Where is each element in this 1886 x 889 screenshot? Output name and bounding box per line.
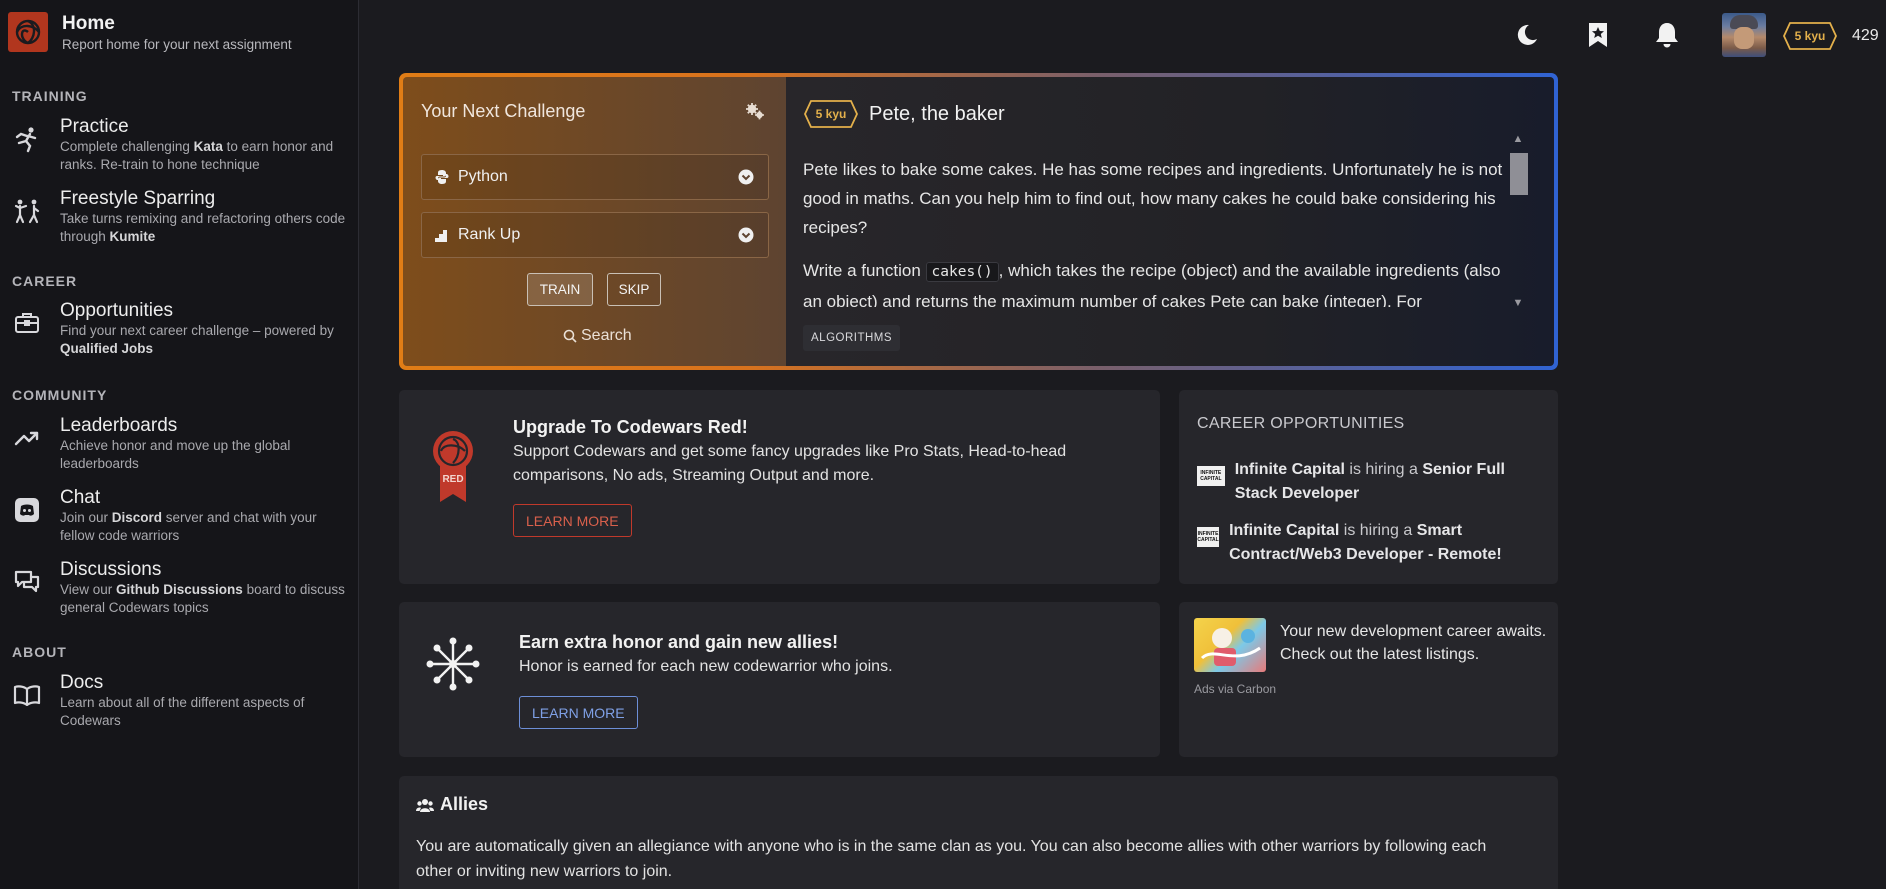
sidebar-home[interactable]: Home Report home for your next assignmen… <box>8 12 292 54</box>
home-subtitle: Report home for your next assignment <box>62 37 292 52</box>
language-select[interactable]: Python <box>421 154 769 200</box>
career-heading: CAREER OPPORTUNITIES <box>1197 415 1405 432</box>
kata-paragraph: Pete likes to bake some cakes. He has so… <box>803 160 1503 237</box>
user-avatar[interactable] <box>1722 13 1766 57</box>
company-logo: INFINITE CAPITAL <box>1197 466 1225 486</box>
ad-image[interactable] <box>1194 618 1266 672</box>
sidebar-item-title: Freestyle Sparring <box>60 188 216 209</box>
python-icon <box>435 170 449 184</box>
search-link[interactable]: Search <box>563 327 632 345</box>
upgrade-text: Support Codewars and get some fancy upgr… <box>513 443 1067 484</box>
career-opportunities-card: CAREER OPPORTUNITIES INFINITE CAPITAL In… <box>1179 390 1558 584</box>
challenge-heading: Your Next Challenge <box>421 101 586 121</box>
strategy-select[interactable]: Rank Up <box>421 212 769 258</box>
users-group-icon <box>416 798 434 812</box>
sidebar-item-opportunities[interactable]: Opportunities Find your next career chal… <box>12 300 350 358</box>
kata-title[interactable]: Pete, the baker <box>869 103 1005 126</box>
sidebar-item-title: Opportunities <box>60 300 174 321</box>
upgrade-title: Upgrade To Codewars Red! <box>513 417 748 437</box>
red-badge-label: RED <box>442 474 464 485</box>
sidebar-item-desc: Learn about all of the different aspects… <box>60 695 305 728</box>
chevron-down-icon <box>738 227 754 243</box>
kumite-icon <box>12 196 42 226</box>
upgrade-learn-more-button[interactable]: LEARN MORE <box>513 504 632 537</box>
challenge-controls: Your Next Challenge Python Rank Up TRAIN… <box>403 77 786 366</box>
section-community: COMMUNITY <box>12 387 108 403</box>
codewars-logo-icon[interactable] <box>8 12 48 52</box>
carbon-ad-card[interactable]: Your new development career awaits. Chec… <box>1179 602 1558 757</box>
sidebar-item-practice[interactable]: Practice Complete challenging Kata to ea… <box>12 116 350 174</box>
job-listing[interactable]: INFINITE CAPITAL Infinite Capital is hir… <box>1197 458 1542 506</box>
skip-button[interactable]: SKIP <box>607 273 661 306</box>
home-title[interactable]: Home <box>62 12 292 36</box>
kata-rank-badge: 5 kyu <box>803 99 859 129</box>
allies-title: Allies <box>440 794 489 814</box>
red-membership-badge: RED <box>432 430 474 504</box>
kata-rank-label: 5 kyu <box>815 107 847 121</box>
section-training: TRAINING <box>12 88 88 104</box>
allies-text: You are automatically given an allegianc… <box>416 838 1487 880</box>
sidebar-item-title: Leaderboards <box>60 415 178 436</box>
sidebar-item-chat[interactable]: Chat Join our Discord server and chat wi… <box>12 487 350 545</box>
sidebar-item-desc: Find your next career challenge – powere… <box>60 323 334 356</box>
sidebar-item-desc: View our Github Discussions board to dis… <box>60 582 345 615</box>
upgrade-card: RED Upgrade To Codewars Red! Support Cod… <box>399 390 1160 584</box>
language-select-value: Python <box>458 168 508 185</box>
discord-icon <box>12 495 42 525</box>
sidebar-item-freestyle-sparring[interactable]: Freestyle Sparring Take turns remixing a… <box>12 188 350 246</box>
sidebar-item-desc: Join our Discord server and chat with yo… <box>60 510 317 543</box>
sidebar-item-title: Docs <box>60 672 104 693</box>
kata-tag[interactable]: ALGORITHMS <box>803 325 901 351</box>
allies-section: Allies You are automatically given an al… <box>399 776 1558 889</box>
sidebar-item-desc: Take turns remixing and refactoring othe… <box>60 211 346 244</box>
scroll-up-arrow-icon[interactable]: ▲ <box>1511 133 1525 147</box>
trending-up-icon <box>12 423 42 453</box>
network-spark-icon <box>425 636 481 692</box>
company-logo: INFINITE CAPITAL <box>1197 527 1220 547</box>
kata-preview: 5 kyu Pete, the baker Pete likes to bake… <box>786 77 1554 366</box>
bookmark-star-icon[interactable] <box>1583 18 1613 52</box>
book-icon <box>12 680 42 710</box>
notifications-bell-icon[interactable] <box>1652 18 1682 52</box>
user-rank-badge[interactable]: 5 kyu <box>1782 21 1838 51</box>
train-button[interactable]: TRAIN <box>527 273 593 306</box>
earn-honor-card: Earn extra honor and gain new allies! Ho… <box>399 602 1160 757</box>
scrollbar-thumb[interactable] <box>1510 153 1528 195</box>
sidebar-item-title: Practice <box>60 116 129 137</box>
strategy-select-value: Rank Up <box>458 226 521 243</box>
chat-bubbles-icon <box>12 567 42 597</box>
section-about: ABOUT <box>12 644 67 660</box>
kata-description: Pete likes to bake some cakes. He has so… <box>803 155 1503 307</box>
honor-card-title: Earn extra honor and gain new allies! <box>519 632 839 652</box>
honor-card-text: Honor is earned for each new codewarrior… <box>519 658 893 675</box>
chevron-down-icon <box>738 169 754 185</box>
search-label: Search <box>581 327 632 344</box>
honor-learn-more-button[interactable]: LEARN MORE <box>519 696 638 729</box>
sidebar-item-desc: Complete challenging Kata to earn honor … <box>60 139 334 172</box>
sidebar-item-docs[interactable]: Docs Learn about all of the different as… <box>12 672 350 730</box>
settings-gear-icon[interactable] <box>745 101 765 121</box>
search-icon <box>563 329 577 343</box>
scroll-down-arrow-icon[interactable]: ▼ <box>1511 297 1525 311</box>
sidebar-item-leaderboards[interactable]: Leaderboards Achieve honor and move up t… <box>12 415 350 473</box>
sidebar-item-title: Chat <box>60 487 101 508</box>
inline-code: cakes() <box>925 262 999 282</box>
honor-score: 429 <box>1852 27 1879 44</box>
kata-icon <box>12 124 42 154</box>
ads-via-carbon-link[interactable]: Ads via Carbon <box>1194 682 1276 696</box>
sidebar-item-desc: Achieve honor and move up the global lea… <box>60 438 291 471</box>
sidebar-item-title: Discussions <box>60 559 162 580</box>
ad-text[interactable]: Your new development career awaits. Chec… <box>1280 620 1550 666</box>
briefcase-icon <box>12 308 42 338</box>
next-challenge-panel: Your Next Challenge Python Rank Up TRAIN… <box>399 73 1558 370</box>
kata-scrollbar[interactable]: ▲ ▼ <box>1508 133 1528 313</box>
dark-mode-moon-icon[interactable] <box>1512 18 1542 52</box>
sidebar-item-discussions[interactable]: Discussions View our Github Discussions … <box>12 559 350 617</box>
user-rank-label: 5 kyu <box>1794 29 1826 43</box>
section-career: CAREER <box>12 273 78 289</box>
kata-paragraph: Write a function cakes(), which takes th… <box>803 261 1501 307</box>
job-listing[interactable]: INFINITE CAPITAL Infinite Capital is hir… <box>1197 519 1542 567</box>
sidebar: Home Report home for your next assignmen… <box>0 0 359 889</box>
rank-up-stairs-icon <box>435 230 447 242</box>
